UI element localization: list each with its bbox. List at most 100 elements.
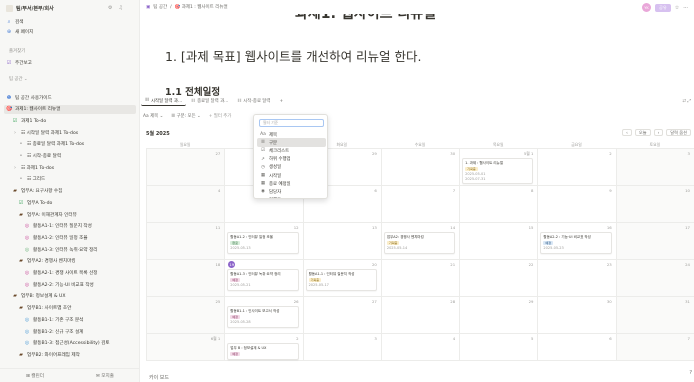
prev-month-button[interactable]: ‹ (622, 129, 632, 136)
sidebar-tree-item[interactable]: ▰ 업무A: 요구사항 수집 (12, 187, 139, 196)
calendar-day[interactable]: 23 (537, 260, 615, 296)
sidebar-tree-item[interactable]: ◎ 활동A1-2: 인터뷰 일정 조율 (24, 233, 139, 242)
settings-icon[interactable]: ⚙ (108, 5, 112, 11)
sidebar-item-label: 업무B: 정보설계 & UX (21, 294, 66, 300)
add-filter-button[interactable]: + 필터 추가 (206, 112, 235, 120)
view-tab[interactable]: + (275, 97, 287, 106)
calendar-day[interactable]: 4 (146, 186, 225, 222)
event-status-badge: 기획중 (386, 240, 400, 245)
teamspace-section-label[interactable]: 팀 공간 ⌄ (9, 76, 28, 82)
event-date: 2025-05-28 (230, 319, 251, 324)
sidebar-tree-item[interactable]: ☑ 과제1 To-do (12, 116, 139, 125)
sidebar-tree-item[interactable]: › ☷ 과제1 To-dos (12, 163, 139, 172)
mail-link[interactable]: ✉ 모지출 (70, 373, 139, 379)
day-number: 9 (609, 188, 612, 193)
calendar-day[interactable]: 27 (302, 297, 381, 333)
calendar-event-card[interactable]: 활동A1-3 : 인터뷰 녹취·요약 정리 예정 2025-05-21 (227, 269, 299, 291)
calendar-day[interactable]: 11 (146, 223, 225, 259)
calendar-day[interactable]: 7 (615, 334, 694, 360)
calendar-event-card[interactable]: 업무 B : 정보설계 & UX 예정 (227, 343, 299, 360)
heading-1[interactable]: 1. [과제 목표] 웹사이트를 개선하여 리뉴얼 한다. (165, 46, 422, 65)
next-month-button[interactable]: › (653, 129, 664, 136)
calendar-day[interactable]: 8 (459, 186, 537, 222)
calendar-event-card[interactable]: 활동B1-1 : 인사이트 보고서 작성 예정 2025-05-28 (227, 306, 299, 328)
calendar-day[interactable]: 4 (380, 334, 459, 360)
sidebar-tree-item[interactable]: • ☷ 시작-종료 달력 (18, 152, 139, 161)
calendar-event-card[interactable]: 활동A2-2 : 기능·UI 비교표 작성 예정 2025-05-23 (540, 232, 612, 254)
property-option[interactable]: ◔진행도 (257, 196, 326, 199)
sidebar-tree-item[interactable]: ◎ 활동A2-2: 기능·UI 비교표 작성 (24, 280, 139, 289)
sidebar-tree-item[interactable]: ◎ 활동B1-2: 신규 구조 설계 (24, 327, 139, 336)
calendar-day[interactable]: 29 (459, 297, 537, 333)
calendar-link[interactable]: ⊞ 캘린더 (0, 373, 70, 379)
calendar-day[interactable]: 24 (615, 260, 694, 296)
breadcrumb-page[interactable]: 🎯 과제1 : 웹사이트 리뉴얼 (175, 4, 228, 10)
calendar-event-card[interactable]: 업무A2: 경쟁사 벤치마킹 기획중 2025-05-14 (383, 232, 456, 254)
filter-search-input[interactable]: 필터 기준 (259, 119, 324, 127)
calendar-day[interactable]: 22 (459, 260, 537, 296)
sidebar-tree-item[interactable]: 🎯 과제1: 웹사이트 리뉴얼 (4, 104, 136, 114)
more-icon[interactable]: ··· (683, 5, 688, 11)
calendar-day[interactable]: 31 (615, 297, 694, 333)
calendar-day[interactable]: 6 (537, 334, 615, 360)
sidebar-item-plus-circle[interactable]: ⊕ 새 페이지 (6, 27, 139, 36)
sidebar-tree-item[interactable]: ▰ 업무A2: 경쟁사 벤치마킹 (18, 257, 139, 266)
day-number: 15 (528, 225, 534, 230)
sidebar-item-favorite[interactable]: ☑ 주간보고 (6, 58, 139, 67)
sidebar-tree-item[interactable]: ◎ 활동A2-1: 경쟁 사이트 목록 선정 (24, 269, 139, 278)
calendar-day[interactable]: 6월 1 (146, 334, 225, 360)
bell-icon[interactable]: ♫ (118, 5, 122, 11)
calendar-day[interactable]: 9 (537, 186, 615, 222)
sidebar-tree-item[interactable]: ◎ 활동A1-1: 인터뷰 질문지 작성 (24, 222, 139, 231)
calendar-options-button[interactable]: 달력 옵션 (666, 129, 691, 136)
calendar-day[interactable]: 27 (146, 149, 225, 185)
breadcrumb-teamspace[interactable]: 팀 공간 (153, 4, 167, 10)
sidebar-item-label: 업무A To-do (27, 200, 53, 206)
calendar-day[interactable]: 17 (615, 223, 694, 259)
sidebar-tree-item[interactable]: ☑ 업무A To-do (18, 198, 139, 207)
sidebar-tree-item[interactable]: ◎ 활동B1-1: 기존 구조 분석 (24, 315, 139, 324)
calendar-day[interactable]: 10 (615, 186, 694, 222)
share-button[interactable]: 공유 (655, 3, 671, 12)
view-tab[interactable]: ☷ 시작-종료 달력 (233, 97, 274, 106)
favorites-section-label[interactable]: 즐겨찾기 (9, 48, 25, 54)
sidebar-tree-item[interactable]: ▰ 업무A: 이해관계자 인터뷰 (18, 210, 139, 219)
calendar-day[interactable]: 25 (146, 297, 225, 333)
filter-chip[interactable]: Aa 제목 ⌄ (140, 112, 166, 120)
calendar-event-card[interactable]: 활동A1-2 : 인터뷰 일정 조율 완료 2025-05-13 (227, 232, 299, 254)
avatar[interactable]: YK (642, 3, 652, 12)
calendar-day[interactable]: 2 (537, 149, 615, 185)
calendar-day[interactable]: 28 (380, 297, 459, 333)
calendar-day[interactable]: 21 (380, 260, 459, 296)
sidebar-item-search[interactable]: ⌕ 검색 (6, 17, 139, 26)
star-icon[interactable]: ☆ (675, 5, 679, 11)
sidebar-tree-item[interactable]: ◎ 활동B1-3: 접근성(Accessibility) 검토 (24, 339, 139, 348)
calendar-day[interactable]: 18 (146, 260, 225, 296)
sidebar-tree-item[interactable]: ▰ 업무B: 정보설계 & UX (12, 292, 139, 301)
help-icon[interactable]: ? (689, 370, 692, 376)
calendar-event-card[interactable]: 1. 과제 : 웹사이트 리뉴얼 기획중 2025-05-01 2025-07-31 (462, 158, 534, 185)
sidebar-tree-item[interactable]: ▰ 업무B2: 와이어프레임 제작 (18, 350, 139, 359)
sidebar-tree-item[interactable]: ▰ 업무B1: 사이트맵 초안 (18, 304, 139, 313)
filter-chip[interactable]: ☰ 구분: 모든 ⌄ (168, 112, 203, 120)
sidebar-tree-item[interactable]: • ☷ 그리드 (18, 175, 139, 184)
today-button[interactable]: 오늘 (634, 129, 651, 136)
calendar-day[interactable]: 30 (537, 297, 615, 333)
calendar-event-card[interactable]: 활동A1-1 : 인터뷰 질문지 작성 기획중 2025-05-17 (305, 269, 377, 291)
calendar-day[interactable]: 30 (380, 149, 459, 185)
sidebar-tree-item[interactable]: ❶팀 공간 사용가이드 (6, 93, 139, 102)
calendar-day[interactable]: 5 (459, 334, 537, 360)
workspace-switcher[interactable]: 팀/부서/본부/회사 (6, 5, 54, 12)
calendar-day[interactable]: 7 (380, 186, 459, 222)
calendar-day[interactable]: 3 (615, 149, 694, 185)
calendar-day[interactable]: 15 (459, 223, 537, 259)
calendar-day[interactable]: 13 (302, 223, 381, 259)
sidebar-tree-item[interactable]: › ☷ 시작일 달력 과제1 To-dos (12, 128, 139, 137)
view-tab[interactable]: ☷ 종료일 달력 과... (187, 97, 232, 106)
sidebar-tree-item[interactable]: ◎ 활동A1-3: 인터뷰 녹취·요약 정리 (24, 245, 139, 254)
calendar-day[interactable]: 3 (302, 334, 381, 360)
view-tab[interactable]: ☷ 시작일 달력 과... (141, 97, 187, 106)
view-options-icons[interactable]: ⇄ ⤢ (682, 98, 691, 104)
topbar: ▣ 팀 공간 / 🎯 과제1 : 웹사이트 리뉴얼 YK 공유 ☆ ··· (140, 0, 694, 14)
sidebar-tree-item[interactable]: • ☷ 종료일 달력 과제1 To-dos (18, 140, 139, 149)
